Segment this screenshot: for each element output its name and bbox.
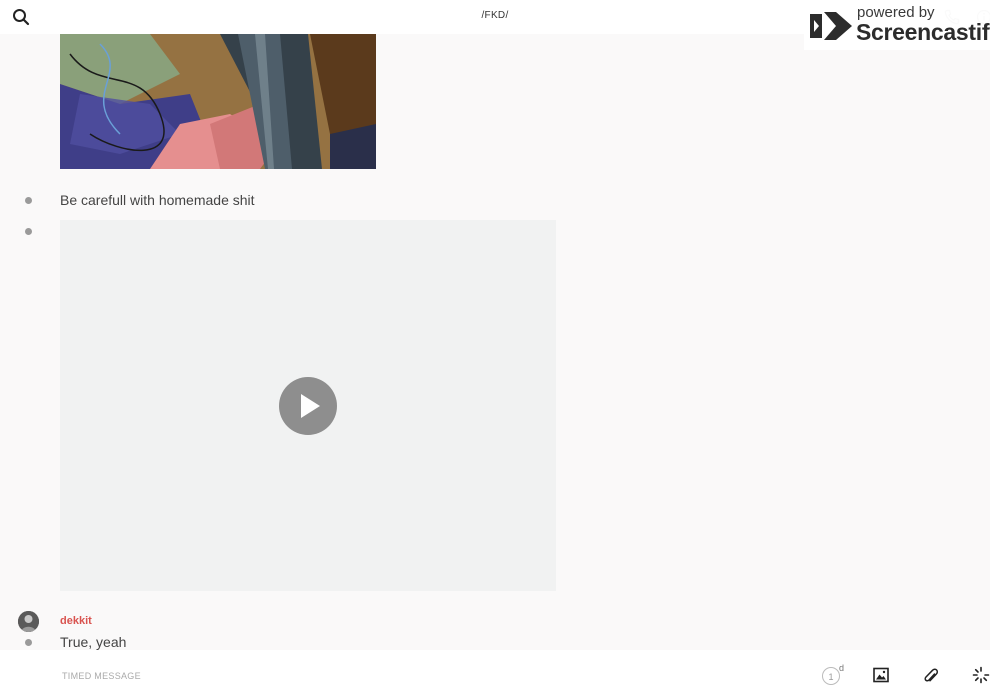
image-attachment[interactable] (60, 34, 376, 169)
timer-value: 1 (822, 667, 840, 685)
message-bullet (25, 197, 32, 204)
more-icon[interactable] (972, 666, 990, 684)
image-icon[interactable] (873, 667, 889, 683)
timer-unit: d (839, 663, 845, 673)
message-text: Be carefull with homemade shit (60, 192, 255, 208)
play-icon[interactable] (279, 377, 337, 435)
paperclip-icon[interactable] (923, 666, 939, 684)
message-input[interactable] (60, 666, 664, 686)
watermark-brand: Screencastify (856, 19, 990, 45)
screencastify-logo-icon (808, 8, 854, 44)
timer-icon[interactable]: 1 d (822, 663, 848, 686)
video-attachment[interactable] (60, 220, 556, 591)
message-bullet (25, 228, 32, 235)
message-bullet (25, 639, 32, 646)
message-author[interactable]: dekkit (60, 615, 92, 627)
avatar[interactable] (18, 611, 39, 632)
message-text: True, yeah (60, 634, 127, 650)
photo-image (60, 34, 376, 169)
screencastify-watermark: powered by Screencastify (804, 0, 990, 50)
composer-bar: 1 d (0, 650, 990, 700)
